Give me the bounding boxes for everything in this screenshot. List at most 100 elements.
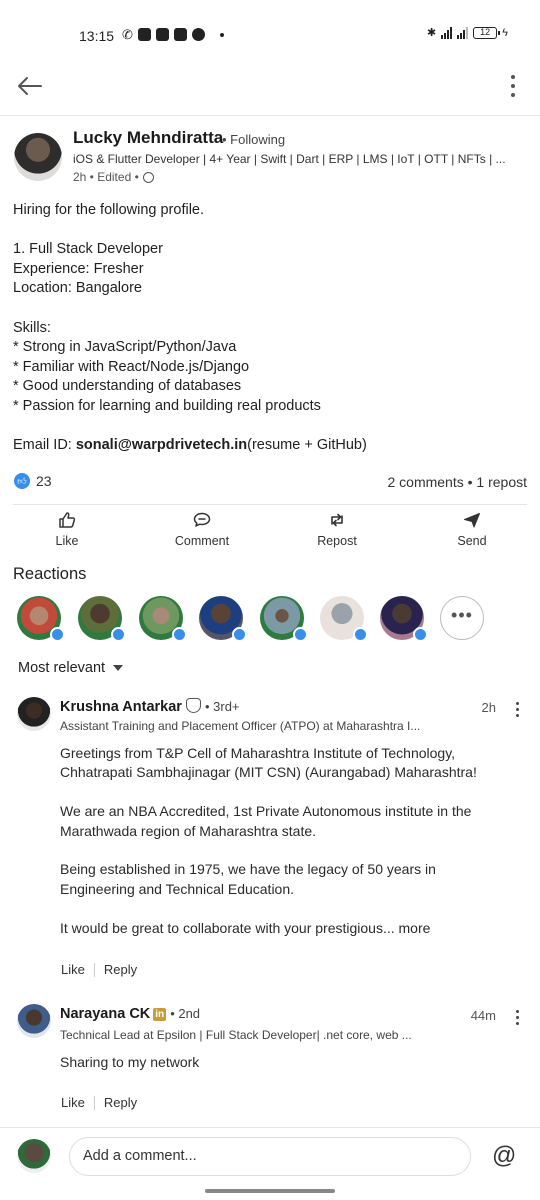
post-text-line: Location: Bangalore bbox=[13, 280, 142, 297]
comment-input[interactable]: Add a comment... bbox=[69, 1137, 471, 1176]
comment-options-button[interactable] bbox=[514, 1010, 520, 1028]
comment-text-line-more[interactable]: It would be great to collaborate with yo… bbox=[60, 919, 510, 938]
battery-icon: 12 bbox=[473, 26, 501, 39]
post-meta: 2h • Edited • bbox=[73, 170, 154, 184]
repost-icon bbox=[331, 513, 343, 527]
comment-options-button[interactable] bbox=[514, 702, 520, 720]
verified-icon bbox=[185, 698, 201, 713]
app-icon bbox=[155, 28, 169, 41]
at-sign-icon: @ bbox=[492, 1142, 517, 1169]
like-label: Like bbox=[55, 534, 79, 548]
more-notifications-icon bbox=[219, 32, 224, 37]
email-link[interactable]: sonali@warpdrivetech.in bbox=[76, 437, 247, 453]
more-reactions-button[interactable]: ••• bbox=[440, 596, 484, 640]
post-text-line bbox=[13, 221, 528, 241]
commenter-name[interactable]: Narayana CK in • 2nd bbox=[60, 1006, 200, 1022]
like-badge-icon bbox=[232, 627, 247, 642]
commenter-name-text: Krushna Antarkar bbox=[60, 699, 182, 715]
reaction-count[interactable]: 👍︎ 23 bbox=[14, 473, 52, 489]
signal-icon bbox=[457, 26, 469, 39]
commenter-name-text: Narayana CK bbox=[60, 1006, 151, 1022]
my-avatar bbox=[17, 1139, 51, 1173]
commenter-name[interactable]: Krushna Antarkar • 3rd+ bbox=[60, 698, 240, 715]
post-text-line: 1. Full Stack Developer bbox=[13, 241, 163, 258]
send-button[interactable]: Send bbox=[432, 512, 512, 548]
comment-text-line: Marathwada region of Maharashtra state. bbox=[60, 822, 317, 839]
connection-degree: • 2nd bbox=[170, 1006, 201, 1021]
app-icon bbox=[173, 28, 187, 41]
linkedin-premium-icon: in bbox=[153, 1008, 167, 1021]
like-button[interactable]: Like bbox=[27, 512, 107, 548]
reactor-avatar[interactable] bbox=[199, 596, 247, 642]
back-button[interactable] bbox=[14, 70, 46, 102]
comment-body: Greetings from T&P Cell of Maharashtra I… bbox=[60, 744, 510, 938]
likes-count: 23 bbox=[36, 473, 52, 489]
reactor-avatar[interactable] bbox=[139, 596, 187, 642]
globe-icon bbox=[142, 171, 154, 183]
sort-label: Most relevant bbox=[18, 660, 106, 676]
divider bbox=[93, 1095, 95, 1110]
post-text-line bbox=[13, 299, 528, 319]
comment-button[interactable]: Comment bbox=[162, 512, 242, 548]
repost-button[interactable]: Repost bbox=[297, 512, 377, 548]
comment-actions: Like Reply bbox=[61, 962, 137, 977]
status-time: 13:15 bbox=[79, 28, 115, 44]
comment-time: 2h bbox=[481, 700, 496, 715]
post-text-line: Hiring for the following profile. bbox=[13, 202, 205, 218]
more-options-button[interactable] bbox=[508, 72, 518, 100]
divider bbox=[0, 1127, 540, 1128]
divider bbox=[13, 504, 527, 505]
whatsapp-icon bbox=[191, 28, 205, 41]
comment-label: Comment bbox=[174, 534, 230, 548]
comment-icon bbox=[193, 512, 211, 527]
battery-level: 12 bbox=[480, 26, 491, 37]
top-nav bbox=[0, 60, 540, 116]
post-time: 2h • Edited • bbox=[73, 170, 139, 184]
send-label: Send bbox=[457, 534, 487, 548]
commenter-headline: Assistant Training and Placement Officer… bbox=[60, 719, 421, 733]
email-note: (resume + GitHub) bbox=[247, 437, 367, 454]
thumbs-up-icon bbox=[59, 512, 76, 528]
like-badge-icon bbox=[353, 627, 368, 642]
comment-like-button[interactable]: Like bbox=[61, 962, 85, 977]
divider bbox=[93, 962, 95, 977]
commenter-avatar[interactable] bbox=[17, 697, 51, 731]
reactor-avatar[interactable] bbox=[17, 596, 65, 642]
post-text-line: * Passion for learning and building real… bbox=[13, 397, 321, 414]
caret-down-icon bbox=[113, 665, 124, 671]
email-line: Email ID: sonali@warpdrivetech.in(resume… bbox=[13, 436, 528, 456]
author-headline: iOS & Flutter Developer | 4+ Year | Swif… bbox=[73, 152, 506, 166]
author-name[interactable]: Lucky Mehndiratta bbox=[73, 128, 223, 148]
reactor-avatar[interactable] bbox=[78, 596, 126, 642]
like-badge-icon bbox=[413, 627, 428, 642]
commenter-avatar[interactable] bbox=[17, 1004, 51, 1038]
notification-icons: ✆ bbox=[122, 28, 224, 41]
sort-dropdown[interactable]: Most relevant bbox=[18, 660, 124, 676]
comment-reply-button[interactable]: Reply bbox=[104, 1095, 137, 1110]
repost-label: Repost bbox=[317, 534, 357, 548]
author-avatar[interactable] bbox=[14, 133, 62, 181]
comment-text-line: Greetings from T&P Cell of Maharashtra I… bbox=[60, 745, 456, 761]
reactor-avatar[interactable] bbox=[320, 596, 368, 642]
reactor-avatar[interactable] bbox=[260, 596, 308, 642]
comment-reply-button[interactable]: Reply bbox=[104, 962, 137, 977]
comments-reposts-count[interactable]: 2 comments • 1 repost bbox=[387, 474, 527, 490]
phone-icon: ✆ bbox=[122, 27, 133, 42]
connection-degree: • 3rd+ bbox=[204, 699, 240, 714]
post-text-line: Skills: bbox=[13, 319, 51, 336]
follow-status: • Following bbox=[222, 132, 286, 147]
reactor-avatar[interactable] bbox=[380, 596, 428, 642]
home-indicator[interactable] bbox=[205, 1189, 335, 1193]
like-reaction-icon: 👍︎ bbox=[14, 473, 30, 489]
comment-like-button[interactable]: Like bbox=[61, 1095, 85, 1110]
like-badge-icon bbox=[293, 627, 308, 642]
comment-text-line: Sharing to my network bbox=[60, 1054, 200, 1070]
mention-button[interactable]: @ bbox=[492, 1142, 516, 1170]
charging-icon: ϟ bbox=[502, 26, 508, 39]
comment-text-line bbox=[60, 899, 510, 918]
signal-icon bbox=[441, 26, 453, 39]
comment-text-line: We are an NBA Accredited, 1st Private Au… bbox=[60, 803, 472, 820]
like-badge-icon bbox=[172, 627, 187, 642]
comment-actions: Like Reply bbox=[61, 1095, 137, 1110]
system-icons: ✱ 12 ϟ bbox=[427, 26, 508, 39]
